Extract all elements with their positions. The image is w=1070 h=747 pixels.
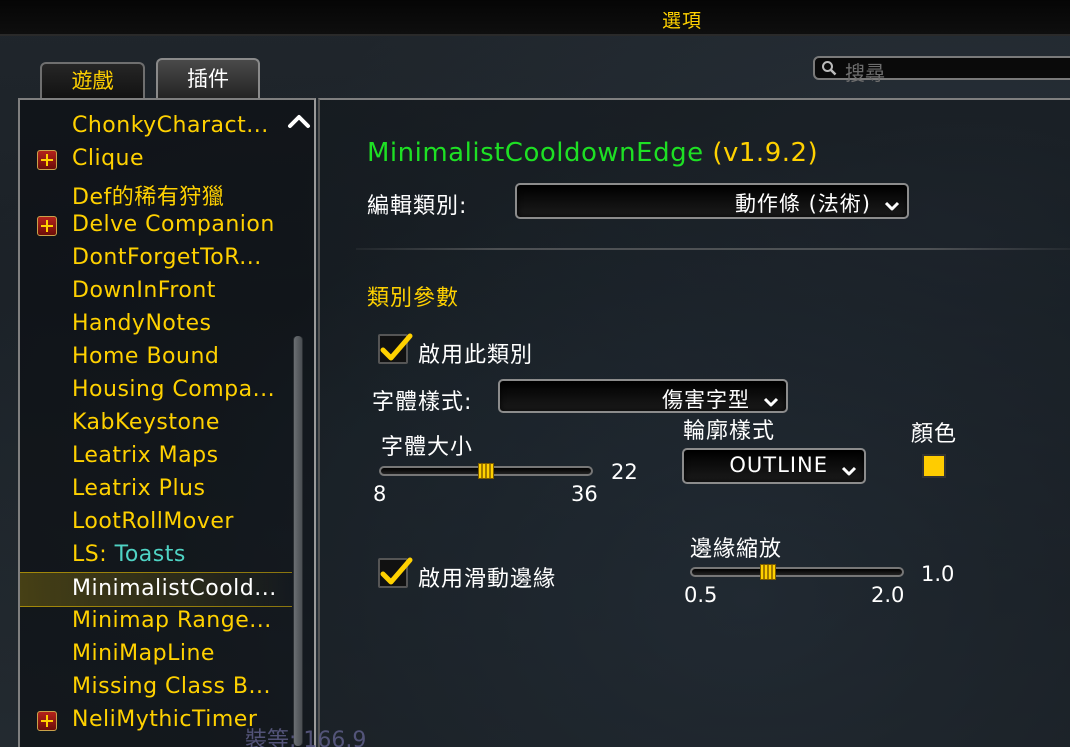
edge-scale-max: 2.0 — [871, 583, 905, 607]
addon-list-item[interactable]: DownInFront — [20, 275, 292, 308]
addon-list-item-label: DontForgetToR... — [72, 245, 262, 270]
addon-list-item[interactable]: Home Bound — [20, 341, 292, 374]
addon-list-item-label: Leatrix Plus — [72, 476, 206, 501]
expand-plus-icon[interactable] — [37, 150, 57, 170]
addon-list-item[interactable]: Leatrix Maps — [20, 440, 292, 473]
item-level-text: 裝等: 166.9 — [245, 728, 367, 747]
expand-plus-icon[interactable] — [37, 711, 57, 731]
addon-list-item[interactable]: KabKeystone — [20, 407, 292, 440]
edit-category-value: 動作條 (法術) — [734, 192, 871, 216]
edge-scale-slider[interactable] — [690, 567, 904, 577]
search-icon — [821, 60, 837, 76]
options-window: 選項 遊戲 插件 搜尋 ChonkyCharact... Clique Def的稀有… — [0, 0, 1070, 747]
expand-plus-icon[interactable] — [37, 216, 57, 236]
chevron-down-icon — [884, 194, 900, 211]
font-size-label: 字體大小 — [381, 435, 474, 460]
chevron-down-icon — [763, 390, 779, 407]
addon-list-item-label: ChonkyCharact... — [72, 113, 269, 138]
addon-list-item-label: LootRollMover — [72, 509, 234, 534]
enable-swipe-edge-label: 啟用滑動邊緣 — [418, 567, 557, 592]
addon-list-item[interactable]: Clique — [20, 143, 292, 176]
edit-category-dropdown[interactable]: 動作條 (法術) — [515, 183, 909, 219]
section-title: 類別參數 — [367, 286, 460, 311]
outline-style-label: 輪廓樣式 — [683, 419, 776, 444]
addon-list-item[interactable]: DontForgetToR... — [20, 242, 292, 275]
tab-game[interactable]: 遊戲 — [40, 62, 145, 98]
scrollbar-thumb[interactable] — [294, 336, 302, 746]
enable-swipe-edge-checkbox[interactable] — [378, 557, 413, 588]
addon-list-item-label-prefix: LS: — [72, 542, 115, 567]
addon-list-item[interactable]: MinimalistCoold... — [20, 572, 292, 607]
addon-list-item-label: HandyNotes — [72, 311, 212, 336]
addon-list-item-label: KabKeystone — [72, 410, 220, 435]
font-style-dropdown[interactable]: 傷害字型 — [498, 379, 788, 413]
edge-scale-value: 1.0 — [921, 562, 955, 586]
addon-list-item[interactable]: Housing Compa... — [20, 374, 292, 407]
edge-scale-min: 0.5 — [684, 583, 718, 607]
tab-addons[interactable]: 插件 — [156, 58, 260, 98]
addon-list-item-label: Missing Class B... — [72, 674, 271, 699]
addon-list-item[interactable]: Leatrix Plus — [20, 473, 292, 506]
checkmark-icon — [380, 557, 413, 585]
outline-style-dropdown[interactable]: OUTLINE — [682, 448, 866, 484]
addon-list-item[interactable]: Missing Class B... — [20, 671, 292, 704]
addon-list-item[interactable]: Delve Companion — [20, 209, 292, 242]
color-label: 顏色 — [911, 422, 958, 447]
addon-list-item-label: DownInFront — [72, 278, 216, 303]
addon-list-item[interactable]: HandyNotes — [20, 308, 292, 341]
outline-style-value: OUTLINE — [729, 453, 828, 477]
addon-list-item-label: NeliMythicTimer — [72, 707, 258, 732]
chevron-down-icon — [841, 459, 857, 476]
edge-scale-label: 邊緣縮放 — [690, 537, 783, 562]
scroll-up-button[interactable] — [286, 110, 312, 132]
addon-list-item-label: Housing Compa... — [72, 377, 276, 402]
window-title: 選項 — [661, 10, 702, 32]
font-style-label: 字體樣式: — [372, 390, 473, 415]
section-divider — [356, 248, 1070, 250]
font-size-value: 22 — [611, 460, 638, 484]
font-style-value: 傷害字型 — [662, 388, 750, 412]
enable-category-checkbox[interactable] — [378, 333, 413, 364]
addon-list-item[interactable]: ChonkyCharact... — [20, 110, 292, 143]
addon-list-item-label: Leatrix Maps — [72, 443, 219, 468]
addon-list-item-label-suffix: Toasts — [114, 542, 186, 567]
search-input[interactable]: 搜尋 — [813, 56, 1070, 85]
font-size-max: 36 — [571, 482, 598, 506]
addon-name: MinimalistCooldownEdge — [367, 138, 704, 168]
addon-list-item[interactable]: LS: Toasts — [20, 539, 292, 572]
addon-list-item-label: MinimalistCoold... — [72, 576, 277, 601]
edge-scale-slider-thumb[interactable] — [760, 564, 776, 580]
addon-list-item-label: MiniMapLine — [72, 641, 215, 666]
checkmark-icon — [380, 333, 413, 361]
addon-title: MinimalistCooldownEdge (v1.9.2) — [367, 138, 818, 168]
addon-list-item[interactable]: Def的稀有狩獵 — [20, 176, 292, 209]
addon-list-item-label: Delve Companion — [72, 212, 275, 237]
search-placeholder: 搜尋 — [845, 61, 885, 85]
addon-list-item[interactable]: LootRollMover — [20, 506, 292, 539]
addon-list-item-label: Minimap Range... — [72, 608, 272, 633]
edit-category-label: 編輯類別: — [367, 194, 468, 219]
addon-list-item-label: Clique — [72, 146, 145, 171]
addon-list-item[interactable]: MiniMapLine — [20, 638, 292, 671]
addon-version: (v1.9.2) — [712, 138, 819, 168]
font-size-min: 8 — [373, 482, 387, 506]
chevron-up-icon — [288, 115, 310, 128]
font-size-slider-thumb[interactable] — [478, 463, 494, 479]
enable-category-label: 啟用此類別 — [418, 343, 534, 368]
color-swatch[interactable] — [922, 454, 946, 478]
addon-list-item[interactable]: Minimap Range... — [20, 605, 292, 638]
addon-list-item-label: Def的稀有狩獵 — [72, 185, 225, 209]
addon-list-item-label: Home Bound — [72, 344, 220, 369]
title-bar: 選項 — [0, 0, 1070, 36]
addon-list-item-label: LS: Toasts — [72, 542, 186, 567]
